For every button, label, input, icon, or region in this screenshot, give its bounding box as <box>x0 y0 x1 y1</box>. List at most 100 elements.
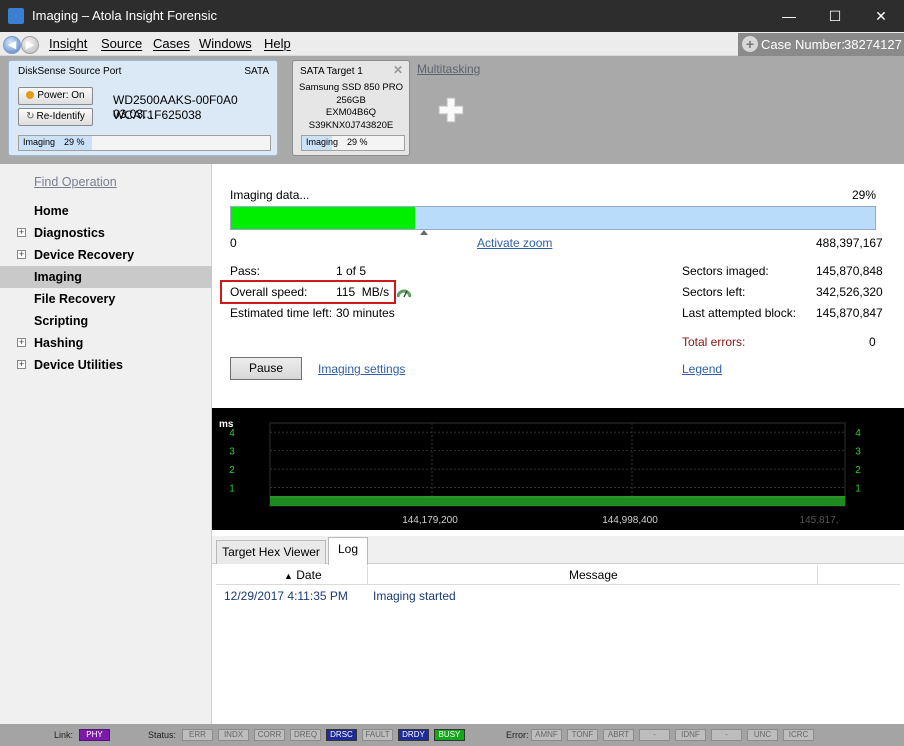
window-title: Imaging – Atola Insight Forensic <box>32 8 217 23</box>
target-serial: S39KNX0J743820E <box>308 119 394 131</box>
y-axis-label: ms <box>219 419 234 430</box>
pause-button[interactable]: Pause <box>230 357 302 380</box>
close-button[interactable]: ✕ <box>858 0 904 32</box>
menu-cases[interactable]: Cases <box>153 36 190 51</box>
expand-icon[interactable]: + <box>17 360 26 369</box>
sidebar-item-label: Diagnostics <box>34 226 105 240</box>
source-serial: WCAT1F625038 <box>113 108 202 122</box>
reidentify-button[interactable]: ↻ Re-Identify <box>18 108 93 126</box>
y-tick-label-left: 1 <box>229 484 235 495</box>
target-card-title: SATA Target 1 <box>300 66 363 77</box>
bottom-tabs: Target Hex Viewer Log <box>212 536 904 565</box>
error-indicator: UNC <box>747 729 778 741</box>
sidebar-item-home[interactable]: Home <box>0 200 212 222</box>
source-interface: SATA <box>244 66 269 77</box>
menu-help[interactable]: Help <box>264 36 291 51</box>
range-start: 0 <box>230 236 237 250</box>
log-date: 12/29/2017 4:11:35 PM <box>224 589 348 603</box>
y-tick-label-right: 1 <box>855 484 861 495</box>
eta-label: Estimated time left: <box>230 306 333 320</box>
status-label: Status: <box>148 730 177 740</box>
expand-icon[interactable]: + <box>17 228 26 237</box>
source-progress-status: Imaging <box>23 137 56 147</box>
target-progress-status: Imaging <box>306 137 339 147</box>
multitasking-link[interactable]: Multitasking <box>417 62 480 76</box>
y-tick-label-left: 3 <box>229 447 235 458</box>
pass-label: Pass: <box>230 264 261 278</box>
expand-icon[interactable]: + <box>17 338 26 347</box>
legend-link[interactable]: Legend <box>682 362 722 376</box>
sidebar-item-diagnostics[interactable]: + Diagnostics <box>0 222 212 244</box>
target-device-card[interactable]: SATA Target 1 ✕ Samsung SSD 850 PRO 256G… <box>292 60 410 156</box>
tab-target-hex-viewer[interactable]: Target Hex Viewer <box>216 540 326 564</box>
sidebar-item-file-recovery[interactable]: File Recovery <box>0 288 212 310</box>
error-indicator: - <box>639 729 670 741</box>
error-indicator: TONF <box>567 729 598 741</box>
x-tick-label: 145,817, <box>800 515 839 526</box>
link-indicator: PHY <box>79 729 110 741</box>
status-indicator-busy: BUSY <box>434 729 465 741</box>
imaging-settings-link[interactable]: Imaging settings <box>318 362 405 376</box>
sidebar-item-device-utilities[interactable]: + Device Utilities <box>0 354 212 376</box>
status-indicator-drsc: DRSC <box>326 729 357 741</box>
add-target-icon[interactable] <box>437 96 465 124</box>
last-block-label: Last attempted block: <box>682 306 797 320</box>
menu-source[interactable]: Source <box>101 36 142 51</box>
pass-value: 1 of 5 <box>336 264 367 278</box>
status-indicator-indx: INDX <box>218 729 249 741</box>
expand-icon[interactable]: + <box>17 250 26 259</box>
sidebar-item-imaging[interactable]: Imaging <box>0 266 212 288</box>
error-indicator: ABRT <box>603 729 634 741</box>
activate-zoom-link[interactable]: Activate zoom <box>477 236 552 250</box>
target-model: Samsung SSD 850 PRO <box>298 82 404 93</box>
sidebar-item-hashing[interactable]: + Hashing <box>0 332 212 354</box>
close-target-icon[interactable]: ✕ <box>393 63 403 77</box>
refresh-icon: ↻ <box>26 111 35 122</box>
sectors-left-value: 342,526,320 <box>816 285 883 299</box>
target-progress-percent: 29 % <box>347 137 368 147</box>
speedometer-icon <box>397 289 411 298</box>
minimize-button[interactable]: — <box>766 0 812 32</box>
speed-chart: 1 1 2 2 3 3 4 4 ms 144,179,200 144,998,400 145,817, <box>212 408 904 530</box>
x-tick-label: 144,179,200 <box>402 515 458 526</box>
target-info: Samsung SSD 850 PRO 256GB EXM04B6Q S39KN… <box>293 82 409 132</box>
find-operation-link[interactable]: Find Operation <box>34 175 117 189</box>
sidebar-item-label: Scripting <box>34 314 89 328</box>
log-column-date[interactable]: ▲ Date <box>284 568 322 582</box>
back-arrow-icon[interactable]: ◀ <box>3 36 21 54</box>
add-case-icon[interactable]: + <box>742 36 758 52</box>
maximize-button[interactable]: ☐ <box>812 0 858 32</box>
y-tick-label-right: 2 <box>855 465 861 476</box>
reidentify-button-label: Re-Identify <box>36 111 85 122</box>
status-bar: Link: PHY Status: Error: ERR INDX CORR DREQ… <box>0 724 904 746</box>
sidebar-item-scripting[interactable]: Scripting <box>0 310 212 332</box>
app-icon <box>8 8 24 24</box>
sidebar-item-label: File Recovery <box>34 292 116 306</box>
menu-windows[interactable]: Windows <box>199 36 252 51</box>
source-device-card[interactable]: DiskSense Source Port SATA Power: On ↻ Re… <box>8 60 278 156</box>
total-errors-value: 0 <box>869 335 876 349</box>
forward-arrow-icon[interactable]: ▶ <box>21 36 39 54</box>
power-button[interactable]: Power: On <box>18 87 93 105</box>
speed-chart-svg: 1 12 23 34 4ms144,179,200 144,998,400 145,817, <box>219 419 861 526</box>
menu-insight[interactable]: Insight <box>49 36 87 51</box>
log-column-message[interactable]: Message <box>569 568 618 582</box>
tab-log[interactable]: Log <box>328 537 368 565</box>
case-number-value: 38274127 <box>844 37 902 52</box>
sidebar-item-label: Imaging <box>34 270 82 284</box>
progress-marker-icon <box>420 230 428 235</box>
target-capacity: 256GB <box>336 94 366 106</box>
log-list: 12/29/2017 4:11:35 PM Imaging started <box>216 585 900 724</box>
sidebar-item-device-recovery[interactable]: + Device Recovery <box>0 244 212 266</box>
error-indicator: AMNF <box>531 729 562 741</box>
sidebar-item-label: Device Utilities <box>34 358 123 372</box>
status-indicator-err: ERR <box>182 729 213 741</box>
log-column-date-label: Date <box>296 568 322 582</box>
case-number-label: Case Number: <box>761 37 845 52</box>
x-tick-label: 144,998,400 <box>602 515 658 526</box>
power-button-label: Power: On <box>37 90 85 101</box>
source-progress-bar: Imaging 29 % <box>18 135 271 151</box>
sort-up-icon: ▲ <box>284 571 293 581</box>
log-row[interactable]: 12/29/2017 4:11:35 PM Imaging started <box>216 587 900 605</box>
status-indicator-drdy: DRDY <box>398 729 429 741</box>
